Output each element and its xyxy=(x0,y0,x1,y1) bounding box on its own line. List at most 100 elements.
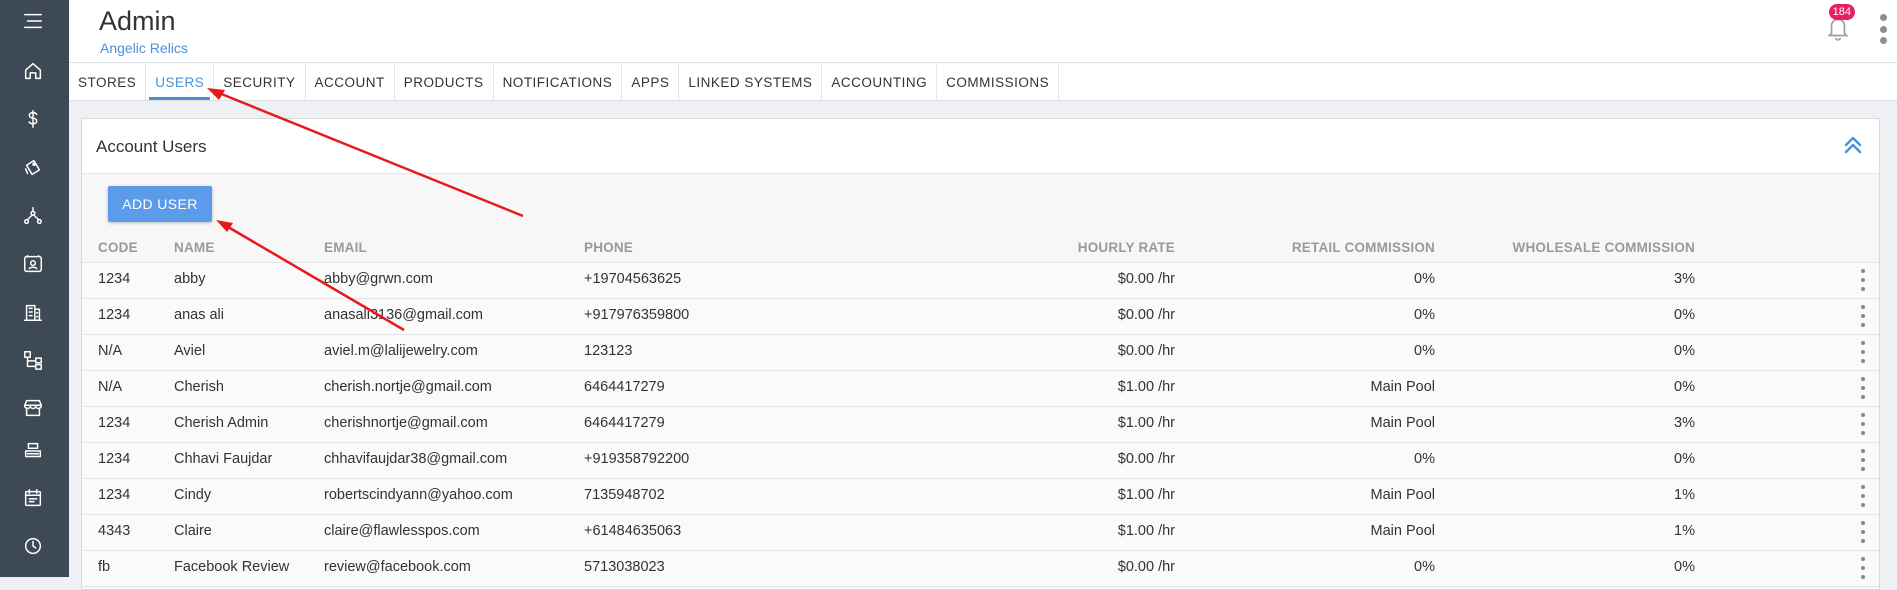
cell-code: 1234 xyxy=(98,451,131,467)
home-icon[interactable] xyxy=(20,58,46,84)
table-row[interactable]: 1234 Chhavi Faujdar chhavifaujdar38@gmail.… xyxy=(82,443,1879,479)
cell-name: Chhavi Faujdar xyxy=(174,451,273,467)
cell-retail-commission: 0% xyxy=(1414,307,1435,323)
row-menu-icon[interactable] xyxy=(1860,413,1865,435)
tab-notifications[interactable]: NOTIFICATIONS xyxy=(494,63,623,100)
cell-code: N/A xyxy=(98,379,123,395)
cell-hourly-rate: $0.00 /hr xyxy=(1117,451,1175,467)
tag-icon[interactable] xyxy=(20,155,46,181)
row-menu-icon[interactable] xyxy=(1860,269,1865,291)
row-menu-icon[interactable] xyxy=(1860,305,1865,327)
users-table-body: 1234 abby abby@grwn.com +19704563625 $0.00 /… xyxy=(82,263,1879,587)
clock-icon[interactable] xyxy=(20,533,46,559)
tab-users[interactable]: USERS xyxy=(146,63,215,100)
cell-email: anasali3136@gmail.com xyxy=(324,307,483,323)
cell-phone: 6464417279 xyxy=(584,379,665,395)
tab-stores[interactable]: STORES xyxy=(69,63,147,100)
cell-phone: +19704563625 xyxy=(584,271,682,287)
cell-email: cherish.nortje@gmail.com xyxy=(324,379,492,395)
sidebar xyxy=(0,0,69,577)
cell-code: 1234 xyxy=(98,487,131,503)
cell-name: Facebook Review xyxy=(174,559,290,575)
column-header-email[interactable]: EMAIL xyxy=(324,240,367,255)
cell-retail-commission: 0% xyxy=(1414,451,1435,467)
tab-apps[interactable]: APPS xyxy=(622,63,680,100)
tab-accounting[interactable]: ACCOUNTING xyxy=(822,63,938,100)
store-icon[interactable] xyxy=(20,395,46,421)
cell-name: anas ali xyxy=(174,307,224,323)
cell-name: Aviel xyxy=(174,343,206,359)
menu-icon[interactable] xyxy=(20,8,46,34)
tab-security[interactable]: SECURITY xyxy=(214,63,306,100)
cell-code: 1234 xyxy=(98,415,131,431)
cell-email: chhavifaujdar38@gmail.com xyxy=(324,451,508,467)
cell-email: abby@grwn.com xyxy=(324,271,434,287)
column-header-code[interactable]: CODE xyxy=(98,240,138,255)
column-header-phone[interactable]: PHONE xyxy=(584,240,633,255)
cell-wholesale-commission: 1% xyxy=(1674,523,1695,539)
cell-hourly-rate: $0.00 /hr xyxy=(1117,559,1175,575)
row-menu-icon[interactable] xyxy=(1860,449,1865,471)
cell-retail-commission: Main Pool xyxy=(1370,487,1435,503)
add-user-button[interactable]: ADD USER xyxy=(108,186,212,222)
row-menu-icon[interactable] xyxy=(1860,521,1865,543)
cell-name: Claire xyxy=(174,523,212,539)
table-row[interactable]: 1234 abby abby@grwn.com +19704563625 $0.00 /… xyxy=(82,263,1879,299)
network-icon[interactable] xyxy=(20,203,46,229)
cell-phone: 6464417279 xyxy=(584,415,665,431)
column-header-hourly-rate[interactable]: HOURLY RATE xyxy=(1078,240,1175,255)
table-row[interactable]: fb Facebook Review review@facebook.com 5713… xyxy=(82,551,1879,587)
cell-name: Cindy xyxy=(174,487,212,503)
tab-commissions[interactable]: COMMISSIONS xyxy=(937,63,1060,100)
cell-email: cherishnortje@gmail.com xyxy=(324,415,488,431)
cell-retail-commission: Main Pool xyxy=(1370,379,1435,395)
column-header-wholesale-commission[interactable]: WHOLESALE COMMISSION xyxy=(1513,240,1696,255)
contact-card-icon[interactable] xyxy=(20,251,46,277)
row-menu-icon[interactable] xyxy=(1860,557,1865,579)
column-header-name[interactable]: NAME xyxy=(174,240,215,255)
building-icon[interactable] xyxy=(20,299,46,325)
hierarchy-icon[interactable] xyxy=(20,347,46,373)
cell-hourly-rate: $1.00 /hr xyxy=(1117,487,1175,503)
dollar-icon[interactable] xyxy=(20,106,46,132)
store-name-link[interactable]: Angelic Relics xyxy=(100,40,188,56)
cell-email: review@facebook.com xyxy=(324,559,471,575)
column-header-retail-commission[interactable]: RETAIL COMMISSION xyxy=(1292,240,1435,255)
cell-retail-commission: Main Pool xyxy=(1370,523,1435,539)
cell-wholesale-commission: 0% xyxy=(1674,559,1695,575)
cell-code: fb xyxy=(98,559,111,575)
table-row[interactable]: N/A Cherish cherish.nortje@gmail.com 646441… xyxy=(82,371,1879,407)
more-options-icon[interactable] xyxy=(1879,14,1887,44)
table-row[interactable]: 4343 Claire claire@flawlesspos.com +6148463… xyxy=(82,515,1879,551)
table-row[interactable]: 1234 anas ali anasali3136@gmail.com +917976… xyxy=(82,299,1879,335)
collapse-chevron-icon[interactable] xyxy=(1841,133,1865,157)
cell-code: N/A xyxy=(98,343,123,359)
cell-email: aviel.m@lalijewelry.com xyxy=(324,343,478,359)
row-menu-icon[interactable] xyxy=(1860,485,1865,507)
cell-retail-commission: 0% xyxy=(1414,271,1435,287)
table-header: CODE NAME EMAIL PHONE HOURLY RATE RETAIL… xyxy=(82,236,1879,263)
cell-wholesale-commission: 3% xyxy=(1674,271,1695,287)
cell-hourly-rate: $0.00 /hr xyxy=(1117,343,1175,359)
cell-retail-commission: 0% xyxy=(1414,559,1435,575)
table-row[interactable]: 1234 Cindy robertscindyann@yahoo.com 713594… xyxy=(82,479,1879,515)
printer-icon[interactable] xyxy=(20,438,46,464)
admin-tabs: STORES USERS SECURITY ACCOUNT PRODUCTS N… xyxy=(69,63,1897,101)
tab-account[interactable]: ACCOUNT xyxy=(306,63,395,100)
cell-email: robertscindyann@yahoo.com xyxy=(324,487,513,503)
cell-retail-commission: 0% xyxy=(1414,343,1435,359)
row-menu-icon[interactable] xyxy=(1860,377,1865,399)
cell-phone: 7135948702 xyxy=(584,487,665,503)
tab-products[interactable]: PRODUCTS xyxy=(395,63,494,100)
calendar-icon[interactable] xyxy=(20,485,46,511)
cell-code: 4343 xyxy=(98,523,131,539)
table-row[interactable]: 1234 Cherish Admin cherishnortje@gmail.com… xyxy=(82,407,1879,443)
cell-phone: +917976359800 xyxy=(584,307,690,323)
cell-hourly-rate: $0.00 /hr xyxy=(1117,271,1175,287)
row-menu-icon[interactable] xyxy=(1860,341,1865,363)
cell-name: Cherish Admin xyxy=(174,415,269,431)
table-row[interactable]: N/A Aviel aviel.m@lalijewelry.com 123123 $0.… xyxy=(82,335,1879,371)
notification-badge: 184 xyxy=(1828,4,1855,20)
cell-code: 1234 xyxy=(98,271,131,287)
tab-linked-systems[interactable]: LINKED SYSTEMS xyxy=(679,63,823,100)
